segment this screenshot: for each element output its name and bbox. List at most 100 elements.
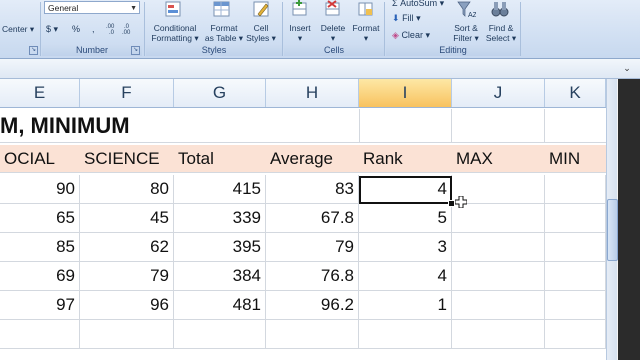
scrollbar-track[interactable] [606, 79, 618, 360]
cell[interactable] [359, 320, 452, 348]
column-header-e[interactable]: E [0, 79, 80, 107]
cell[interactable] [452, 109, 545, 143]
cell-min[interactable] [545, 233, 606, 261]
number-format-select[interactable]: General ▼ [44, 1, 140, 14]
active-cell-border [359, 176, 452, 204]
currency-button[interactable]: $ ▾ [46, 22, 58, 36]
cell-total[interactable]: 481 [174, 291, 266, 319]
clear-label: Clear [401, 30, 423, 40]
cell[interactable] [452, 320, 545, 348]
column-header-g[interactable]: G [174, 79, 266, 107]
percent-button[interactable]: % [72, 22, 80, 36]
cell-max[interactable] [452, 204, 545, 232]
fill-button[interactable]: ⬇ Fill ▾ [392, 11, 421, 25]
increase-decimal-button[interactable]: .0.00 [122, 22, 136, 36]
header-min[interactable]: MIN [545, 145, 606, 173]
cell[interactable] [545, 320, 606, 348]
cell[interactable] [0, 320, 80, 348]
scrollbar-thumb[interactable] [607, 199, 618, 261]
styles-group: Conditional Formatting ▾ Format as Table ▾… [146, 0, 282, 58]
cell-average[interactable]: 76.8 [266, 262, 359, 290]
cell-min[interactable] [545, 291, 606, 319]
insert-label: Insert [289, 23, 311, 33]
fill-handle[interactable] [448, 200, 455, 207]
column-header-k[interactable]: K [545, 79, 606, 107]
merge-center-button[interactable]: Center ▾ [2, 24, 34, 35]
fill-label: Fill [402, 13, 414, 23]
cell-max[interactable] [452, 233, 545, 261]
cell-average[interactable]: 67.8 [266, 204, 359, 232]
column-header-h[interactable]: H [266, 79, 359, 107]
delete-cells-icon [325, 0, 340, 16]
column-header-f[interactable]: F [80, 79, 174, 107]
cell-max[interactable] [452, 291, 545, 319]
conditional-formatting-label-2: Formatting [151, 33, 192, 43]
header-science[interactable]: SCIENCE [80, 145, 174, 173]
cell-social[interactable]: 90 [0, 175, 80, 203]
cell-total[interactable]: 339 [174, 204, 266, 232]
cell[interactable] [359, 109, 452, 143]
fill-down-icon: ⬇ [392, 13, 400, 23]
cell-average[interactable]: 96.2 [266, 291, 359, 319]
format-label: Format [352, 23, 380, 33]
cell-average[interactable]: 83 [266, 175, 359, 203]
cell-rank[interactable]: 3 [359, 233, 452, 261]
cell[interactable] [80, 320, 174, 348]
cell-min[interactable] [545, 262, 606, 290]
svg-text:AZ: AZ [468, 12, 476, 18]
svg-text:.0: .0 [109, 30, 115, 34]
cell-social[interactable]: 69 [0, 262, 80, 290]
number-format-value: General [48, 3, 79, 13]
header-social[interactable]: OCIAL [0, 145, 80, 173]
binoculars-icon [491, 2, 509, 17]
cell[interactable] [174, 320, 266, 348]
cell-rank[interactable]: 5 [359, 204, 452, 232]
cell-min[interactable] [545, 204, 606, 232]
cell-science[interactable]: 96 [80, 291, 174, 319]
column-header-j[interactable]: J [452, 79, 545, 107]
cell-total[interactable]: 384 [174, 262, 266, 290]
delete-label: Delete [320, 23, 346, 33]
cell-cursor-icon [455, 196, 467, 208]
decrease-decimal-button[interactable]: .00.0 [106, 22, 120, 36]
number-group: General ▼ $ ▾ % , .00.0 .0.00 Number ↘ [42, 0, 142, 58]
table-row: 90 80 415 83 4 [0, 175, 606, 204]
header-max[interactable]: MAX [452, 145, 545, 173]
number-launcher-icon[interactable]: ↘ [131, 46, 140, 55]
currency-symbol: $ [46, 24, 52, 34]
cell-social[interactable]: 85 [0, 233, 80, 261]
cell-rank[interactable]: 4 [359, 262, 452, 290]
cell-science[interactable]: 62 [80, 233, 174, 261]
autosum-label: AutoSum [400, 0, 438, 8]
cell-social[interactable]: 65 [0, 204, 80, 232]
sheet-title[interactable]: M, MINIMUM [0, 109, 340, 143]
table-row [0, 320, 606, 349]
table-row: 69 79 384 76.8 4 [0, 262, 606, 291]
alignment-launcher-icon[interactable]: ↘ [29, 46, 38, 55]
header-average[interactable]: Average [266, 145, 359, 173]
autosum-button[interactable]: Σ AutoSum ▾ [392, 0, 444, 10]
cell-science[interactable]: 45 [80, 204, 174, 232]
expand-formula-bar-icon[interactable]: ⌄ [622, 62, 632, 74]
vertical-scrollbar[interactable] [606, 79, 640, 360]
cell-social[interactable]: 97 [0, 291, 80, 319]
cell-total[interactable]: 395 [174, 233, 266, 261]
cell-max[interactable] [452, 262, 545, 290]
column-header-i[interactable]: I [359, 79, 452, 107]
cell-science[interactable]: 79 [80, 262, 174, 290]
cell-total[interactable]: 415 [174, 175, 266, 203]
cell-min[interactable] [545, 175, 606, 203]
worksheet-grid[interactable]: E F G H I J K M, MINIMUM OCIAL SCIENCE T… [0, 79, 606, 360]
cell[interactable] [266, 320, 359, 348]
clear-button[interactable]: ◈ Clear ▾ [392, 28, 430, 42]
format-as-table-label-1: Format [210, 23, 238, 33]
comma-button[interactable]: , [92, 22, 95, 36]
increase-decimal-icon: .0.00 [122, 24, 131, 36]
header-rank[interactable]: Rank [359, 145, 452, 173]
cells-group: Insert ▾ Delete ▾ Format ▾ Cells [284, 0, 384, 58]
header-total[interactable]: Total [174, 145, 266, 173]
cell-rank[interactable]: 1 [359, 291, 452, 319]
window-edge [618, 79, 640, 360]
cell-average[interactable]: 79 [266, 233, 359, 261]
cell-science[interactable]: 80 [80, 175, 174, 203]
